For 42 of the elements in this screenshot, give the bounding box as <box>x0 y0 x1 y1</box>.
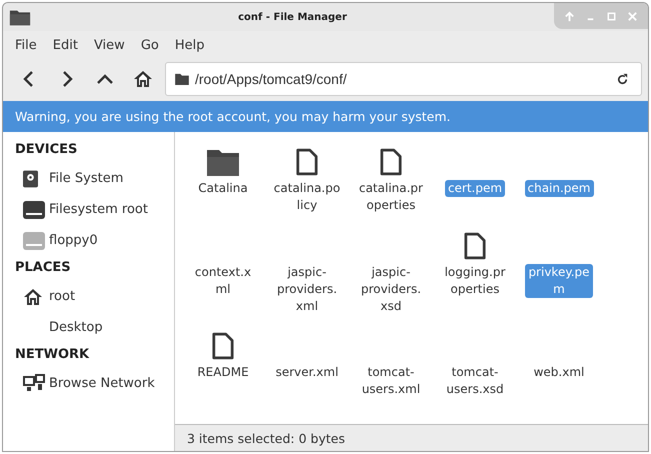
folder-icon <box>207 148 239 176</box>
sidebar-item[interactable]: File System <box>49 171 124 186</box>
section-heading: DEVICES <box>15 142 78 157</box>
file-name[interactable]: jaspic- providers. xml <box>274 264 340 315</box>
section-heading: NETWORK <box>15 347 90 362</box>
folder-icon <box>175 73 189 85</box>
file-name[interactable]: tomcat- users.xml <box>358 364 424 398</box>
file-icon <box>464 232 486 260</box>
status-text: 3 items selected: 0 bytes <box>187 430 345 446</box>
file-name[interactable]: server.xml <box>272 364 342 381</box>
reload-icon[interactable] <box>616 72 629 86</box>
menu-item[interactable]: View <box>86 38 133 52</box>
file-name[interactable]: context.x ml <box>192 264 254 298</box>
home-icon <box>23 286 43 306</box>
file-name[interactable]: tomcat- users.xsd <box>443 364 507 398</box>
file-name[interactable]: catalina.pr operties <box>356 180 426 214</box>
sidebar-item[interactable]: root <box>49 289 76 304</box>
menu-item[interactable]: Go <box>132 38 167 52</box>
network-icon <box>23 374 45 394</box>
warning-text: Warning, you are using the root account, you may harm your system. <box>15 109 451 124</box>
drive-icon <box>23 200 45 218</box>
file-name[interactable]: README <box>194 364 252 381</box>
file-name[interactable]: jaspic- providers. xsd <box>358 264 424 315</box>
file-name[interactable]: catalina.po licy <box>270 180 344 214</box>
menu-item[interactable]: Edit <box>44 38 86 52</box>
file-name[interactable]: logging.pr operties <box>442 264 508 298</box>
home-icon[interactable] <box>133 69 153 89</box>
menu-item[interactable]: File <box>7 38 45 52</box>
sidebar-item[interactable]: Filesystem root <box>49 202 148 217</box>
drive-icon <box>23 232 45 250</box>
file-icon <box>296 148 318 176</box>
sidebar-item[interactable]: floppy0 <box>49 233 98 248</box>
window-title: conf - File Manager <box>237 12 348 22</box>
sidebar-item[interactable]: Desktop <box>49 320 103 335</box>
file-name[interactable]: web.xml <box>530 364 588 381</box>
file-icon <box>212 332 234 360</box>
file-name[interactable]: Catalina <box>195 180 251 197</box>
section-heading: PLACES <box>15 260 72 275</box>
sidebar-item[interactable]: Browse Network <box>49 376 155 391</box>
menu-item[interactable]: Help <box>166 38 212 52</box>
address-field[interactable]: /root/Apps/tomcat9/conf/ <box>165 62 642 96</box>
file-icon <box>380 148 402 176</box>
